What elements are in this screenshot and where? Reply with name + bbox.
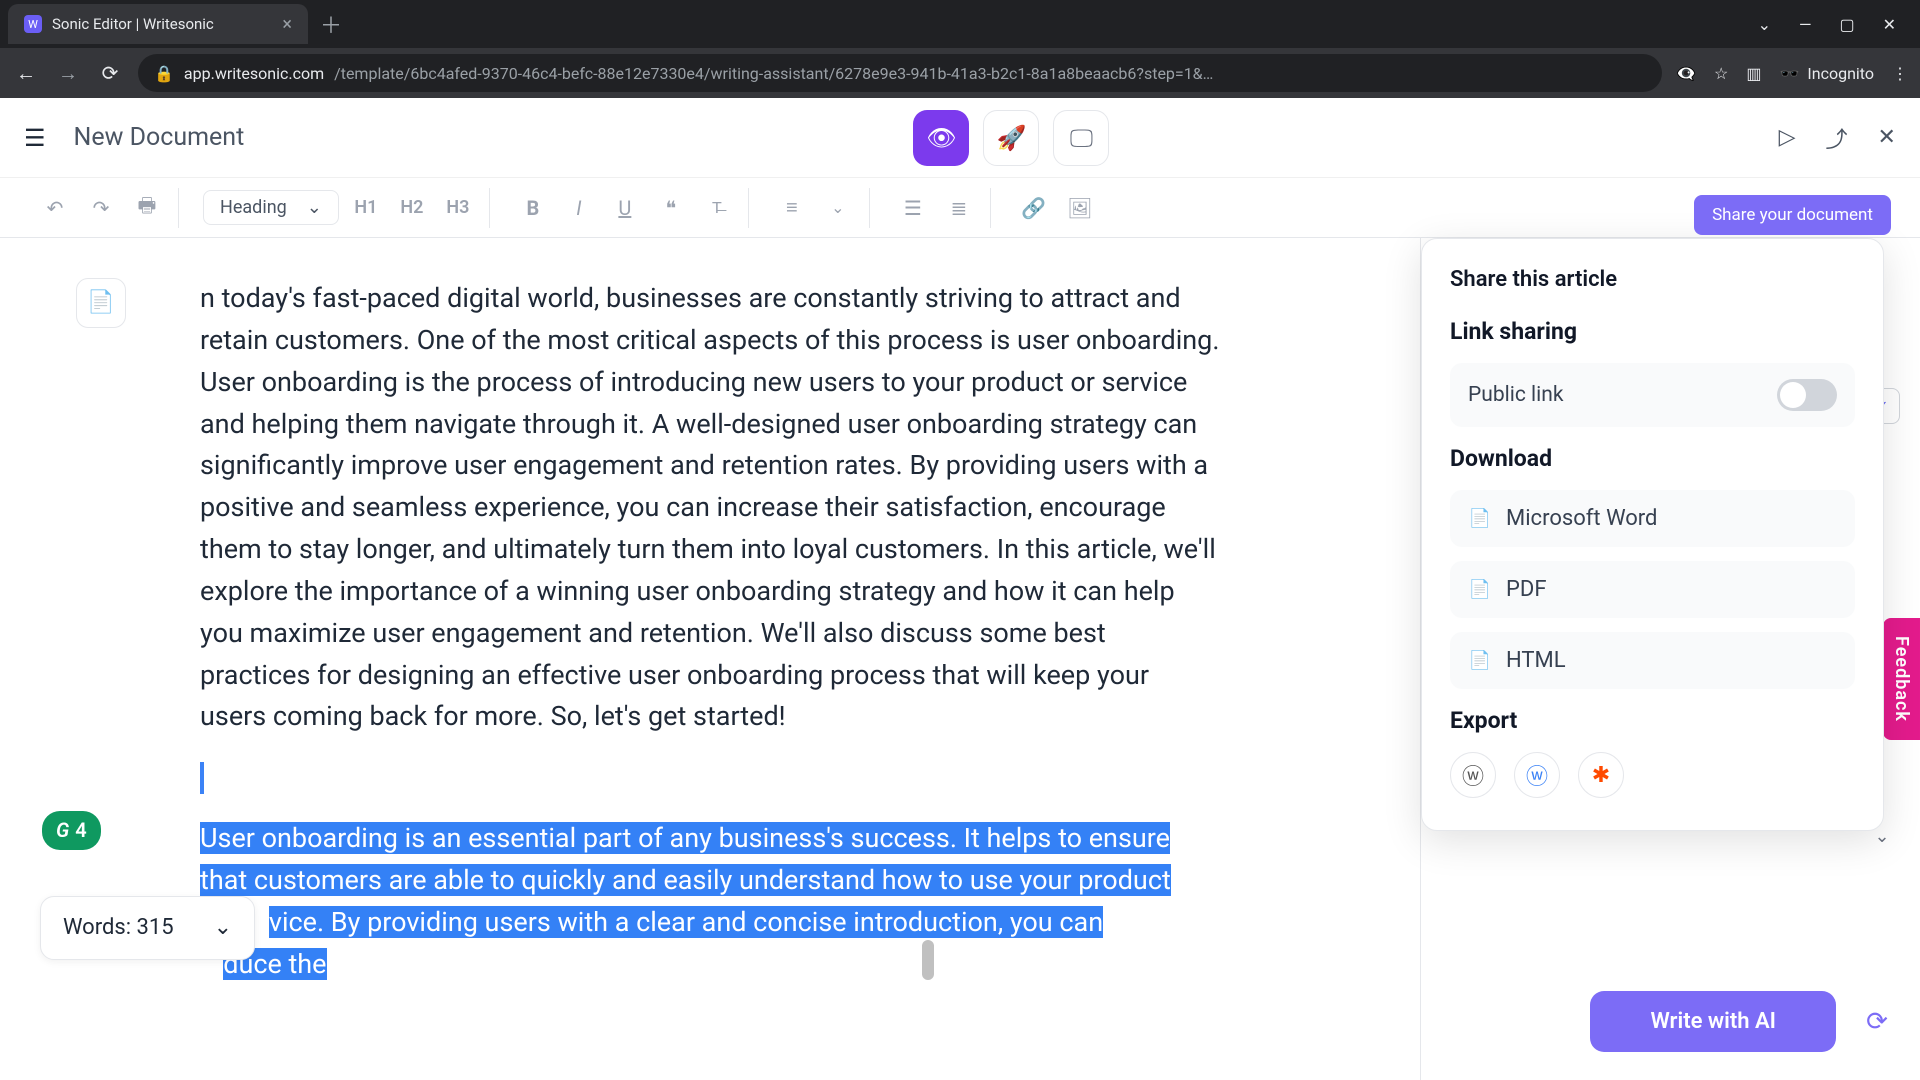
write-with-ai-button[interactable]: Write with AI — [1590, 991, 1836, 1052]
back-button[interactable]: ← — [12, 61, 40, 86]
pdf-icon: 📄 — [1468, 578, 1492, 602]
link-button[interactable]: 🔗 — [1015, 189, 1053, 227]
align-button[interactable]: ≡ — [773, 189, 811, 227]
bookmark-icon[interactable]: ☆ — [1714, 64, 1728, 83]
h3-button[interactable]: H3 — [439, 189, 477, 227]
chevron-down-icon: ⌄ — [214, 911, 232, 945]
incognito-badge[interactable]: 🕶️ Incognito — [1779, 64, 1874, 83]
kebab-menu-icon[interactable]: ⋮ — [1892, 64, 1908, 83]
h2-button[interactable]: H2 — [393, 189, 431, 227]
rocket-icon: 🚀 — [997, 124, 1027, 152]
paragraph[interactable]: n today's fast-paced digital world, busi… — [200, 278, 1220, 738]
download-word[interactable]: 📄 Microsoft Word — [1450, 490, 1855, 547]
share-icon[interactable]: ⤴ — [1826, 122, 1848, 154]
right-panel: ✓ ⌄ ⌄ Share your document Share this art… — [1420, 238, 1920, 1080]
forward-button[interactable]: → — [54, 61, 82, 86]
document-icon: 📄 — [87, 286, 114, 320]
maximize-icon[interactable]: ▢ — [1839, 15, 1854, 34]
align-chevron-icon[interactable]: ⌄ — [819, 189, 857, 227]
download-pdf[interactable]: 📄 PDF — [1450, 561, 1855, 618]
editor-scrollbar[interactable] — [920, 238, 936, 1080]
bullet-list-button[interactable]: ☰ — [894, 189, 932, 227]
share-title: Share this article — [1450, 267, 1855, 292]
refresh-button[interactable]: ⟳ — [1854, 999, 1900, 1045]
lock-icon: 🔒 — [154, 64, 174, 83]
minimize-icon[interactable]: ― — [1799, 15, 1812, 34]
download-heading: Download — [1450, 445, 1855, 472]
underline-button[interactable]: U — [606, 189, 644, 227]
wordpress-icon: ⓦ — [1526, 759, 1548, 791]
number-list-button[interactable]: ≣ — [940, 189, 978, 227]
address-bar[interactable]: 🔒 app.writesonic.com/template/6bc4afed-9… — [138, 54, 1662, 92]
export-heading: Export — [1450, 707, 1855, 734]
share-popover: Share your document Share this article L… — [1421, 238, 1884, 831]
public-link-label: Public link — [1468, 383, 1563, 407]
image-button[interactable]: 🖼 — [1061, 189, 1099, 227]
menu-icon[interactable]: ☰ — [24, 124, 46, 152]
grammarly-badge[interactable]: 4 — [42, 811, 101, 850]
selected-paragraph[interactable]: User onboarding is an essential part of … — [200, 818, 1220, 985]
export-zapier[interactable]: ✱ — [1578, 752, 1624, 798]
window-close-icon[interactable]: ✕ — [1883, 15, 1896, 34]
print-button[interactable]: 🖶 — [128, 189, 166, 227]
reload-button[interactable]: ⟳ — [96, 61, 124, 85]
wordpress-icon: ⓦ — [1462, 759, 1484, 791]
play-icon[interactable]: ▷ — [1779, 125, 1796, 150]
chevron-down-icon: ⌄ — [307, 197, 322, 218]
browser-tab[interactable]: W Sonic Editor | Writesonic × — [8, 4, 308, 44]
public-link-row: Public link — [1450, 363, 1855, 427]
side-panel-icon[interactable]: ▥ — [1746, 64, 1761, 83]
app-header: ☰ New Document 👁 🚀 🖵 ▷ ⤴ ✕ — [0, 98, 1920, 178]
word-count[interactable]: Words: 315 ⌄ — [40, 896, 255, 960]
link-sharing-heading: Link sharing — [1450, 318, 1855, 345]
new-tab-button[interactable]: ＋ — [320, 8, 342, 40]
italic-button[interactable]: I — [560, 189, 598, 227]
word-icon: 📄 — [1468, 507, 1492, 531]
bold-button[interactable]: B — [514, 189, 552, 227]
quote-button[interactable]: ❝ — [652, 189, 690, 227]
export-wordpress[interactable]: ⓦ — [1450, 752, 1496, 798]
eye-icon: 👁 — [926, 124, 956, 152]
export-wordpress-alt[interactable]: ⓦ — [1514, 752, 1560, 798]
html-icon: 📄 — [1468, 649, 1492, 673]
refresh-icon: ⟳ — [1866, 1007, 1888, 1037]
incognito-icon: 🕶️ — [1779, 64, 1799, 83]
share-tooltip: Share your document — [1694, 195, 1891, 235]
close-icon[interactable]: ✕ — [1878, 125, 1896, 150]
tab-close-icon[interactable]: × — [282, 14, 292, 35]
clear-format-button[interactable]: T̶ — [698, 189, 736, 227]
format-toolbar: ↶ ↷ 🖶 Heading ⌄ H1 H2 H3 B I U ❝ T̶ ≡ ⌄ … — [0, 178, 1920, 238]
favicon-icon: W — [24, 15, 42, 33]
document-title[interactable]: New Document — [74, 123, 245, 152]
style-select[interactable]: Heading ⌄ — [203, 190, 339, 225]
preview-button[interactable]: 👁 — [913, 110, 969, 166]
present-button[interactable]: 🖵 — [1053, 110, 1109, 166]
undo-button[interactable]: ↶ — [36, 189, 74, 227]
url-domain: app.writesonic.com — [184, 64, 324, 83]
download-html[interactable]: 📄 HTML — [1450, 632, 1855, 689]
editor-canvas[interactable]: 📄 n today's fast-paced digital world, bu… — [0, 238, 1420, 1080]
scroll-thumb[interactable] — [922, 940, 934, 980]
redo-button[interactable]: ↷ — [82, 189, 120, 227]
browser-chrome: W Sonic Editor | Writesonic × ＋ ⌄ ― ▢ ✕ … — [0, 0, 1920, 98]
zapier-icon: ✱ — [1592, 763, 1610, 788]
boost-button[interactable]: 🚀 — [983, 110, 1039, 166]
h1-button[interactable]: H1 — [347, 189, 385, 227]
public-link-toggle[interactable] — [1777, 379, 1837, 411]
url-path: /template/6bc4afed-9370-46c4-befc-88e12e… — [334, 64, 1213, 83]
outline-button[interactable]: 📄 — [76, 278, 126, 328]
no-tracking-icon[interactable]: 👁️‍🗨️ — [1676, 64, 1696, 83]
tab-title: Sonic Editor | Writesonic — [52, 15, 214, 33]
text-cursor — [200, 762, 204, 794]
feedback-tab[interactable]: Feedback — [1883, 618, 1920, 740]
tabs-dropdown-icon[interactable]: ⌄ — [1758, 15, 1771, 34]
presentation-icon: 🖵 — [1070, 124, 1093, 152]
